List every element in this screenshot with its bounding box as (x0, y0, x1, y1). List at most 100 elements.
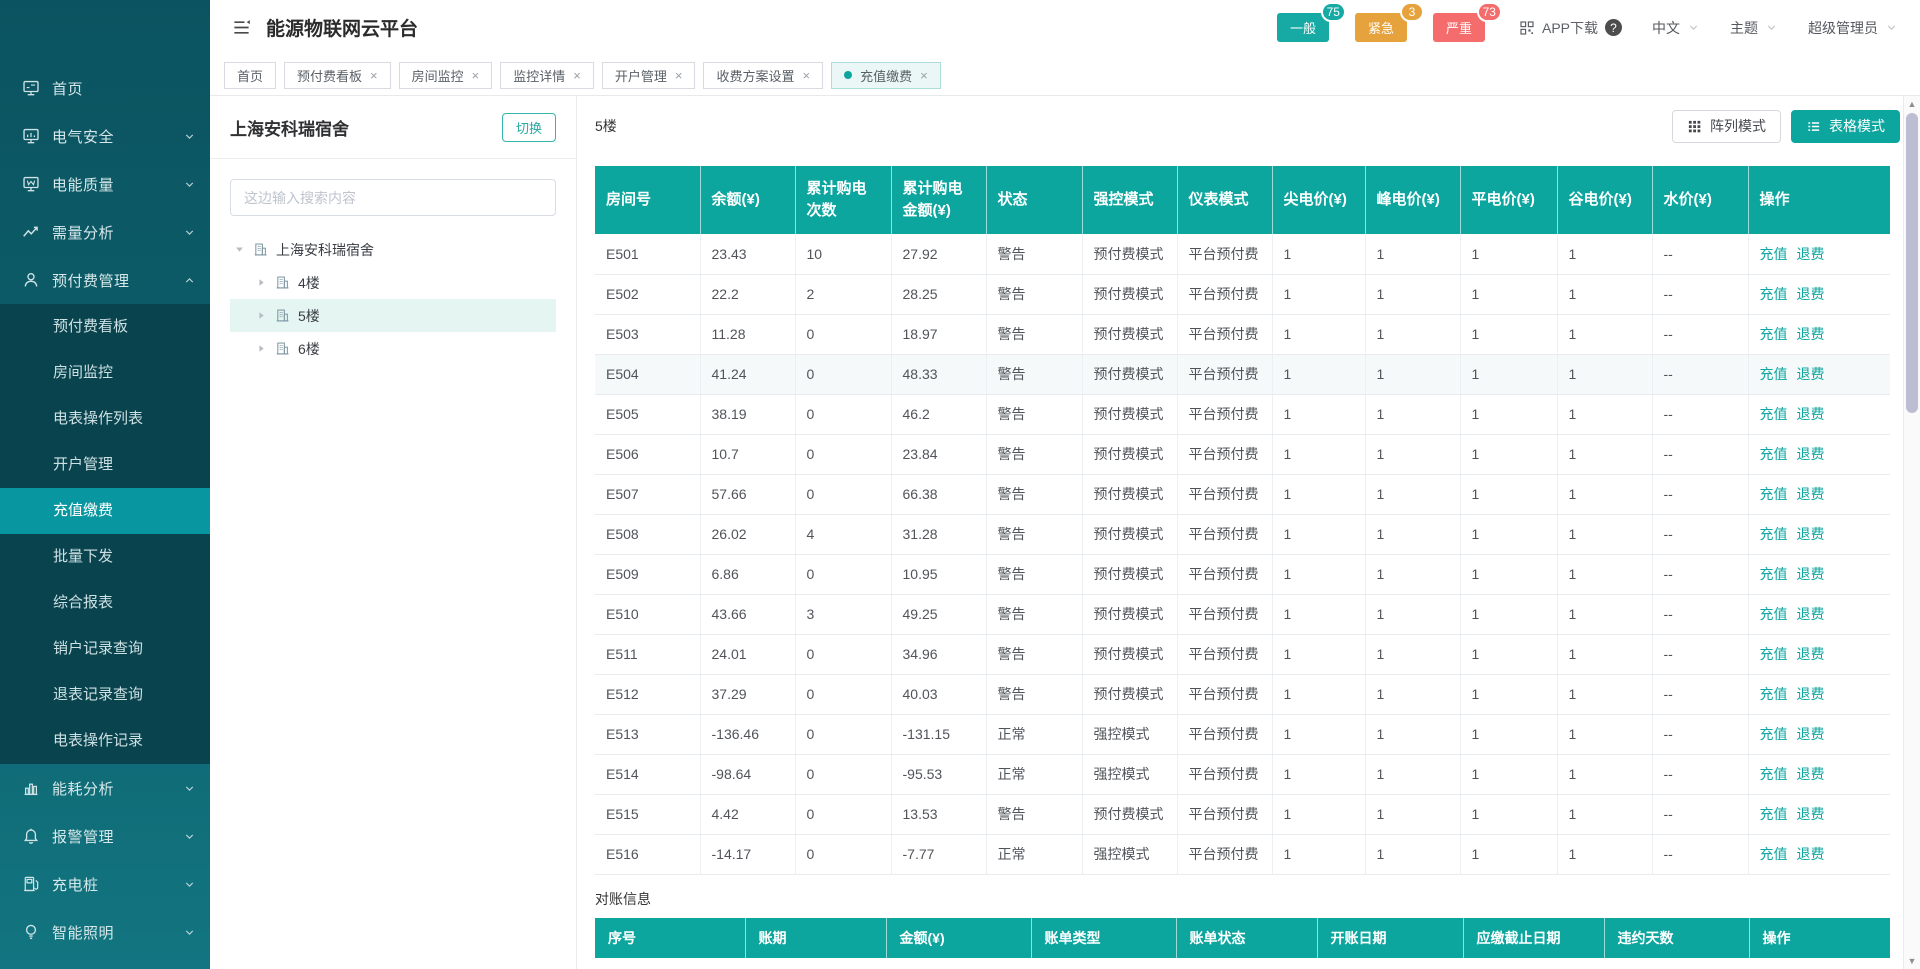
recharge-link[interactable]: 充值 (1760, 406, 1788, 422)
recharge-link[interactable]: 充值 (1760, 806, 1788, 822)
cell-purchase_amount: -7.77 (891, 834, 986, 874)
refund-link[interactable]: 退费 (1797, 686, 1825, 702)
refund-link[interactable]: 退费 (1797, 606, 1825, 622)
tree-search-input[interactable] (230, 179, 556, 216)
recharge-link[interactable]: 充值 (1760, 606, 1788, 622)
tab-prepaid-board[interactable]: 预付费看板× (284, 62, 391, 89)
tab-close-icon[interactable]: × (920, 69, 928, 82)
alarm-tag-label: 一般 (1290, 21, 1316, 36)
refund-link[interactable]: 退费 (1797, 766, 1825, 782)
recharge-link[interactable]: 充值 (1760, 726, 1788, 742)
recharge-link[interactable]: 充值 (1760, 246, 1788, 262)
sidebar-item-prepaid-mgmt[interactable]: 预付费管理 (0, 256, 210, 304)
cell-valley_price: 1 (1557, 274, 1652, 314)
sidebar-item-energy-analysis[interactable]: 能耗分析 (0, 764, 210, 812)
sidebar-subitem-recharge[interactable]: 充值缴费 (0, 488, 210, 534)
refund-link[interactable]: 退费 (1797, 806, 1825, 822)
view-mode-buttons: 阵列模式 表格模式 (1672, 110, 1900, 143)
recharge-link[interactable]: 充值 (1760, 846, 1788, 862)
sidebar-item-home[interactable]: 首页 (0, 64, 210, 112)
cell-flat_price: 1 (1460, 234, 1557, 274)
refund-link[interactable]: 退费 (1797, 486, 1825, 502)
refund-link[interactable]: 退费 (1797, 286, 1825, 302)
tab-recharge[interactable]: 充值缴费× (831, 62, 941, 89)
sidebar-subitem-batch-send[interactable]: 批量下发 (0, 534, 210, 580)
sidebar-item-smart-lighting[interactable]: 智能照明 (0, 908, 210, 956)
refund-link[interactable]: 退费 (1797, 646, 1825, 662)
sidebar-subitem-meter-op-list[interactable]: 电表操作列表 (0, 396, 210, 442)
cell-control_mode: 预付费模式 (1082, 434, 1177, 474)
refund-link[interactable]: 退费 (1797, 846, 1825, 862)
scrollbar-up-icon[interactable]: ▲ (1904, 99, 1920, 109)
grid-mode-button[interactable]: 阵列模式 (1672, 110, 1781, 143)
switch-building-button[interactable]: 切换 (502, 113, 556, 142)
refund-link[interactable]: 退费 (1797, 526, 1825, 542)
table-mode-button[interactable]: 表格模式 (1791, 110, 1900, 143)
cell-purchase_count: 0 (795, 754, 891, 794)
refund-link[interactable]: 退费 (1797, 326, 1825, 342)
theme-dropdown[interactable]: 主题 (1730, 18, 1778, 38)
tab-close-icon[interactable]: × (802, 69, 810, 82)
tab-monitor-detail[interactable]: 监控详情× (500, 62, 594, 89)
scrollbar-thumb[interactable] (1906, 113, 1918, 413)
cell-status: 正常 (986, 754, 1082, 794)
recharge-link[interactable]: 充值 (1760, 566, 1788, 582)
recharge-link[interactable]: 充值 (1760, 286, 1788, 302)
tree-node-root[interactable]: 上海安科瑞宿舍 (230, 233, 556, 266)
sidebar-subitem-meter-op-record[interactable]: 电表操作记录 (0, 718, 210, 764)
sidebar-subitem-room-monitor[interactable]: 房间监控 (0, 350, 210, 396)
sidebar-subitem-prepaid-board[interactable]: 预付费看板 (0, 304, 210, 350)
app-download[interactable]: APP下载 ? (1519, 18, 1622, 38)
tab-fee-plan[interactable]: 收费方案设置× (703, 62, 823, 89)
cell-actions: 充值退费 (1748, 594, 1890, 634)
recharge-link[interactable]: 充值 (1760, 446, 1788, 462)
tab-home[interactable]: 首页 (224, 62, 276, 89)
sidebar-item-demand-analysis[interactable]: 需量分析 (0, 208, 210, 256)
alarm-tag-severe[interactable]: 严重73 (1433, 13, 1485, 42)
help-icon[interactable]: ? (1605, 19, 1622, 36)
alarm-tag-urgent[interactable]: 紧急3 (1355, 13, 1407, 42)
sidebar-item-alarm-mgmt[interactable]: 报警管理 (0, 812, 210, 860)
recharge-link[interactable]: 充值 (1760, 486, 1788, 502)
tree-node-floor[interactable]: 5楼 (230, 299, 556, 332)
tab-close-icon[interactable]: × (573, 69, 581, 82)
recharge-link[interactable]: 充值 (1760, 326, 1788, 342)
cell-sharp_price: 1 (1272, 754, 1365, 794)
recharge-link[interactable]: 充值 (1760, 366, 1788, 382)
sidebar-subitem-close-account-query[interactable]: 销户记录查询 (0, 626, 210, 672)
refund-link[interactable]: 退费 (1797, 406, 1825, 422)
collapse-menu-icon[interactable] (232, 18, 251, 37)
scrollbar-down-icon[interactable]: ▼ (1904, 956, 1920, 966)
tab-close-icon[interactable]: × (370, 69, 378, 82)
tree-node-floor[interactable]: 4楼 (230, 266, 556, 299)
tab-close-icon[interactable]: × (675, 69, 683, 82)
language-dropdown[interactable]: 中文 (1652, 18, 1700, 38)
sidebar-item-electrical-safety[interactable]: 电气安全 (0, 112, 210, 160)
refund-link[interactable]: 退费 (1797, 446, 1825, 462)
user-dropdown[interactable]: 超级管理员 (1808, 18, 1898, 38)
recharge-link[interactable]: 充值 (1760, 646, 1788, 662)
tree-node-floor[interactable]: 6楼 (230, 332, 556, 365)
chevron-down-icon (183, 226, 196, 239)
cell-valley_price: 1 (1557, 554, 1652, 594)
cell-actions: 充值退费 (1748, 274, 1890, 314)
sidebar-subitem-account-mgmt[interactable]: 开户管理 (0, 442, 210, 488)
refund-link[interactable]: 退费 (1797, 246, 1825, 262)
recharge-link[interactable]: 充值 (1760, 766, 1788, 782)
cell-actions: 充值退费 (1748, 634, 1890, 674)
sidebar-subitem-summary-report[interactable]: 综合报表 (0, 580, 210, 626)
refund-link[interactable]: 退费 (1797, 366, 1825, 382)
sidebar-subitem-return-meter-query[interactable]: 退表记录查询 (0, 672, 210, 718)
refund-link[interactable]: 退费 (1797, 726, 1825, 742)
recharge-link[interactable]: 充值 (1760, 686, 1788, 702)
sidebar-item-power-quality[interactable]: 电能质量 (0, 160, 210, 208)
refund-link[interactable]: 退费 (1797, 566, 1825, 582)
vertical-scrollbar[interactable]: ▲ ▼ (1903, 96, 1920, 969)
tab-account-mgmt[interactable]: 开户管理× (602, 62, 696, 89)
sidebar-item-charging-pile[interactable]: 充电桩 (0, 860, 210, 908)
tab-room-monitor[interactable]: 房间监控× (399, 62, 493, 89)
cell-purchase_count: 2 (795, 274, 891, 314)
alarm-tag-general[interactable]: 一般75 (1277, 13, 1329, 42)
tab-close-icon[interactable]: × (472, 69, 480, 82)
recharge-link[interactable]: 充值 (1760, 526, 1788, 542)
